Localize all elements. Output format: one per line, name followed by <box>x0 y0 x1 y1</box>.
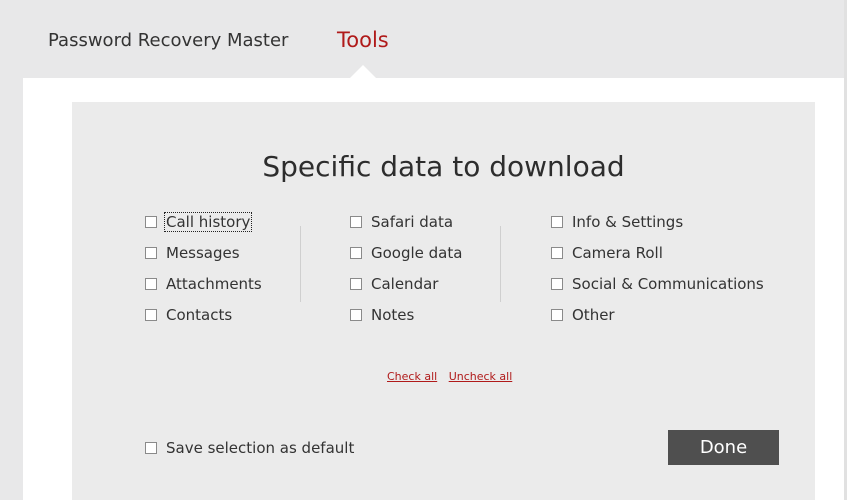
option-google-data[interactable]: Google data <box>350 237 463 268</box>
option-label: Notes <box>371 305 415 324</box>
option-calendar[interactable]: Calendar <box>350 268 463 299</box>
page-title: Specific data to download <box>262 150 625 183</box>
camera-roll-checkbox[interactable] <box>551 246 563 259</box>
contacts-checkbox[interactable] <box>145 308 157 321</box>
top-bar: Password Recovery Master Tools <box>0 0 847 78</box>
save-default-checkbox[interactable] <box>145 441 157 454</box>
download-options-card: Specific data to download Call history M… <box>72 102 815 500</box>
option-attachments[interactable]: Attachments <box>145 268 263 299</box>
option-info-settings[interactable]: Info & Settings <box>551 206 765 237</box>
column-divider <box>300 226 301 302</box>
option-contacts[interactable]: Contacts <box>145 299 263 330</box>
option-call-history[interactable]: Call history <box>145 206 263 237</box>
option-save-default[interactable]: Save selection as default <box>145 432 355 463</box>
done-button[interactable]: Done <box>668 430 779 465</box>
call-history-checkbox[interactable] <box>145 215 157 228</box>
option-label: Safari data <box>371 212 454 231</box>
notes-checkbox[interactable] <box>350 308 362 321</box>
selection-links: Check all Uncheck all <box>387 370 520 383</box>
option-notes[interactable]: Notes <box>350 299 463 330</box>
options-column-3: Info & Settings Camera Roll Social & Com… <box>551 206 765 330</box>
option-messages[interactable]: Messages <box>145 237 263 268</box>
option-label: Attachments <box>166 274 262 293</box>
option-other[interactable]: Other <box>551 299 765 330</box>
options-column-2: Safari data Google data Calendar Notes <box>350 206 463 330</box>
social-communications-checkbox[interactable] <box>551 277 563 290</box>
option-social-communications[interactable]: Social & Communications <box>551 268 765 299</box>
option-label: Contacts <box>166 305 233 324</box>
option-label: Info & Settings <box>572 212 684 231</box>
uncheck-all-link[interactable]: Uncheck all <box>449 370 513 383</box>
calendar-checkbox[interactable] <box>350 277 362 290</box>
option-label: Call history <box>163 211 253 232</box>
attachments-checkbox[interactable] <box>145 277 157 290</box>
option-camera-roll[interactable]: Camera Roll <box>551 237 765 268</box>
option-label: Other <box>572 305 615 324</box>
messages-checkbox[interactable] <box>145 246 157 259</box>
tab-tools[interactable]: Tools <box>337 28 389 52</box>
check-all-link[interactable]: Check all <box>387 370 437 383</box>
safari-data-checkbox[interactable] <box>350 215 362 228</box>
option-label: Calendar <box>371 274 439 293</box>
info-settings-checkbox[interactable] <box>551 215 563 228</box>
options-column-1: Call history Messages Attachments Contac… <box>145 206 263 330</box>
active-tab-pointer <box>350 65 376 78</box>
option-label: Social & Communications <box>572 274 764 293</box>
other-checkbox[interactable] <box>551 308 563 321</box>
option-label: Camera Roll <box>572 243 663 262</box>
option-safari-data[interactable]: Safari data <box>350 206 463 237</box>
option-label: Save selection as default <box>166 438 355 457</box>
option-label: Google data <box>371 243 463 262</box>
tab-password-recovery-master[interactable]: Password Recovery Master <box>48 30 288 51</box>
option-label: Messages <box>166 243 240 262</box>
column-divider <box>500 226 501 302</box>
google-data-checkbox[interactable] <box>350 246 362 259</box>
